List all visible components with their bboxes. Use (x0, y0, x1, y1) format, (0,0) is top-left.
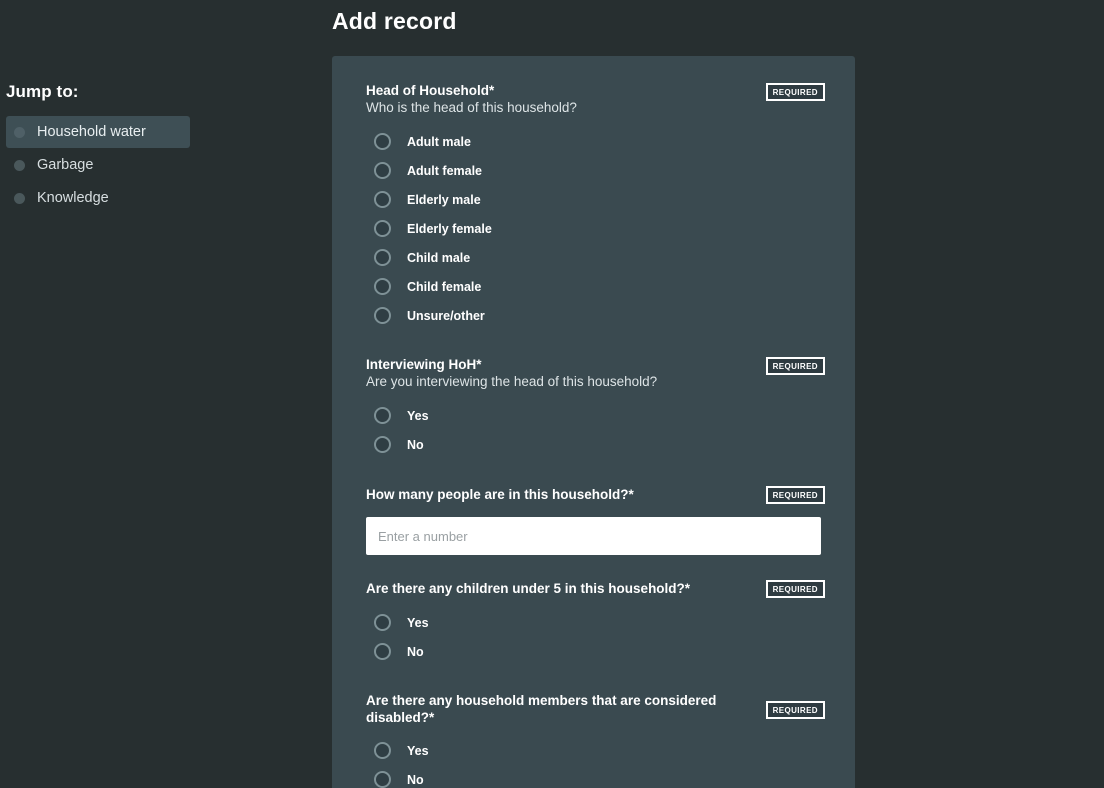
radio-icon[interactable] (374, 278, 391, 295)
sidebar: Jump to: Household water Garbage Knowled… (0, 0, 332, 788)
radio-group: Yes No (366, 736, 825, 788)
question-title: How many people are in this household?* (366, 487, 634, 502)
question-subtitle: Who is the head of this household? (366, 100, 577, 115)
radio-option-label: No (407, 437, 424, 452)
radio-option-elderly-female[interactable]: Elderly female (366, 214, 825, 243)
radio-icon[interactable] (374, 133, 391, 150)
sidebar-title: Jump to: (6, 82, 79, 101)
radio-option-label: No (407, 772, 424, 787)
sidebar-item-label: Garbage (37, 157, 94, 173)
question-title: Interviewing HoH* (366, 357, 482, 372)
sidebar-item-garbage[interactable]: Garbage (6, 149, 190, 181)
question-title: Head of Household* (366, 83, 495, 98)
radio-option-no[interactable]: No (366, 430, 825, 459)
radio-icon[interactable] (374, 614, 391, 631)
radio-option-yes[interactable]: Yes (366, 736, 825, 765)
radio-option-label: Adult male (407, 134, 471, 149)
radio-option-unsure-other[interactable]: Unsure/other (366, 301, 825, 330)
radio-group: Adult male Adult female Elderly male Eld… (366, 127, 825, 330)
radio-option-label: Yes (407, 743, 429, 758)
form-card: Head of Household* Who is the head of th… (332, 56, 855, 788)
radio-icon[interactable] (374, 771, 391, 788)
question-head-of-household: Head of Household* Who is the head of th… (366, 82, 825, 330)
sidebar-item-label: Household water (37, 124, 146, 140)
radio-group: Yes No (366, 608, 825, 666)
page-title: Add record (332, 8, 457, 34)
question-disabled-members: Are there any household members that are… (366, 692, 825, 788)
radio-option-label: Yes (407, 615, 429, 630)
household-size-input[interactable] (366, 517, 821, 555)
radio-option-label: Unsure/other (407, 308, 485, 323)
radio-option-label: Yes (407, 408, 429, 423)
sidebar-item-household-water[interactable]: Household water (6, 116, 190, 148)
radio-option-label: Elderly male (407, 192, 481, 207)
sidebar-item-knowledge[interactable]: Knowledge (6, 182, 190, 214)
radio-option-label: Elderly female (407, 221, 492, 236)
radio-group: Yes No (366, 401, 825, 459)
bullet-dot-icon (14, 159, 25, 171)
radio-option-no[interactable]: No (366, 765, 825, 788)
main-content: Add record Head of Household* Who is the… (332, 0, 1104, 788)
question-title: Are there any children under 5 in this h… (366, 581, 691, 596)
radio-option-no[interactable]: No (366, 637, 825, 666)
radio-option-adult-female[interactable]: Adult female (366, 156, 825, 185)
required-badge: REQUIRED (765, 700, 825, 719)
radio-option-adult-male[interactable]: Adult male (366, 127, 825, 156)
radio-option-child-female[interactable]: Child female (366, 272, 825, 301)
radio-option-label: Child female (407, 279, 482, 294)
question-title: Are there any household members that are… (366, 693, 717, 725)
radio-icon[interactable] (374, 220, 391, 237)
radio-icon[interactable] (374, 643, 391, 660)
question-children-under-5: Are there any children under 5 in this h… (366, 579, 825, 666)
required-badge: REQUIRED (765, 580, 825, 598)
radio-option-elderly-male[interactable]: Elderly male (366, 185, 825, 214)
required-badge: REQUIRED (765, 83, 825, 101)
required-badge: REQUIRED (765, 486, 825, 504)
radio-icon[interactable] (374, 407, 391, 424)
radio-option-label: No (407, 644, 424, 659)
radio-icon[interactable] (374, 249, 391, 266)
required-badge: REQUIRED (765, 357, 825, 375)
radio-icon[interactable] (374, 436, 391, 453)
bullet-dot-icon (14, 192, 25, 204)
radio-option-yes[interactable]: Yes (366, 608, 825, 637)
question-subtitle: Are you interviewing the head of this ho… (366, 374, 658, 389)
radio-option-label: Adult female (407, 163, 483, 178)
radio-option-yes[interactable]: Yes (366, 401, 825, 430)
radio-icon[interactable] (374, 162, 391, 179)
bullet-dot-icon (14, 126, 25, 138)
question-household-size: How many people are in this household?* … (366, 485, 825, 555)
question-interviewing-hoh: Interviewing HoH* Are you interviewing t… (366, 356, 825, 459)
radio-option-child-male[interactable]: Child male (366, 243, 825, 272)
sidebar-item-label: Knowledge (37, 190, 109, 206)
radio-icon[interactable] (374, 307, 391, 324)
radio-option-label: Child male (407, 250, 471, 265)
radio-icon[interactable] (374, 742, 391, 759)
radio-icon[interactable] (374, 191, 391, 208)
